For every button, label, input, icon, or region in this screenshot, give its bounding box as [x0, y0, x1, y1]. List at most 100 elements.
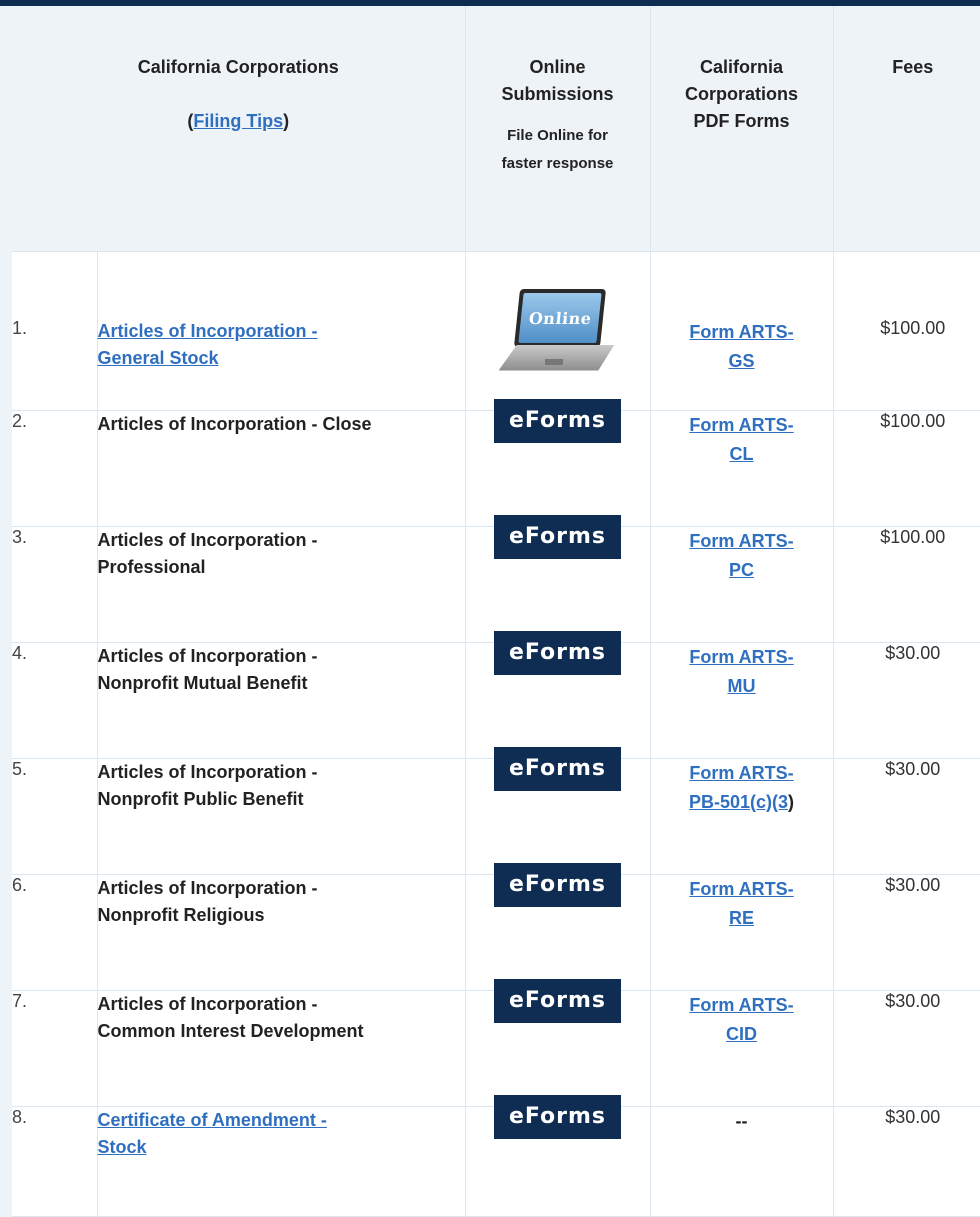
- pdf-form-cell: --: [650, 1106, 834, 1217]
- pdf-form-link[interactable]: Form ARTS- PB-501(c)(3: [689, 763, 794, 812]
- filing-name-line-2: Stock: [97, 1136, 147, 1157]
- pdf-form-line-2: PC: [729, 559, 755, 580]
- row-number: 8.: [12, 1106, 98, 1217]
- online-submission-cell: eForms: [465, 978, 651, 1107]
- filing-name-line-2: Nonprofit Public Benefit: [97, 788, 304, 809]
- table-row: 1. Articles of Incorporation - General St…: [12, 251, 980, 411]
- filing-name-link[interactable]: Articles of Incorporation - General Stock: [98, 321, 318, 368]
- pdf-form-link[interactable]: Form ARTS- PC: [689, 531, 793, 580]
- filing-name-line-2: Nonprofit Mutual Benefit: [97, 672, 308, 693]
- filing-name-line-2: Common Interest Development: [97, 1020, 364, 1041]
- filing-name-cell: Articles of Incorporation - Nonprofit Pub…: [97, 758, 466, 875]
- pdf-form-cell: Form ARTS- CL: [650, 410, 834, 527]
- filing-name-line-1: Certificate of Amendment -: [97, 1109, 327, 1130]
- filing-name-link[interactable]: Certificate of Amendment - Stock: [98, 1110, 327, 1157]
- table-row: 4. Articles of Incorporation - Nonprofit …: [12, 630, 980, 759]
- laptop-trackpad: [544, 358, 563, 365]
- pdf-form-line-2: MU: [727, 675, 756, 696]
- pdf-form-cell: Form ARTS- GS: [650, 251, 834, 411]
- filing-name-cell: Articles of Incorporation - Nonprofit Mut…: [97, 642, 466, 759]
- fees-title: Fees: [892, 57, 934, 77]
- pdf-form-link[interactable]: Form ARTS- CL: [689, 415, 793, 464]
- eforms-button[interactable]: eForms: [494, 746, 622, 791]
- pdf-form-link[interactable]: Form ARTS- RE: [689, 879, 793, 928]
- fee-value: $30.00: [833, 990, 980, 1107]
- no-pdf-form: --: [735, 1110, 748, 1131]
- table-row: 8. Certificate of Amendment - Stock eForm…: [12, 1094, 980, 1217]
- filing-name-cell: Articles of Incorporation - Nonprofit Rel…: [97, 874, 466, 991]
- header-california-corporations: California Corporations (Filing Tips): [12, 6, 466, 252]
- filing-name-line-1: Articles of Incorporation -: [97, 761, 318, 782]
- filing-name-line-2: Professional: [97, 556, 206, 577]
- fee-value: $30.00: [833, 874, 980, 991]
- pdf-form-link[interactable]: Form ARTS- GS: [689, 322, 793, 371]
- tips-close-paren: ): [283, 111, 290, 131]
- table-row: 5. Articles of Incorporation - Nonprofit …: [12, 746, 980, 875]
- filing-name-line-1: Articles of Incorporation -: [97, 877, 318, 898]
- eforms-button[interactable]: eForms: [494, 514, 622, 559]
- online-title-line-2: Submissions: [501, 84, 614, 104]
- table-row: 7. Articles of Incorporation - Common Int…: [12, 978, 980, 1107]
- filing-name-line-1: Articles of Incorporation -: [97, 645, 318, 666]
- filing-name-line-1: Articles of Incorporation -: [97, 993, 318, 1014]
- laptop-display: Online: [517, 292, 602, 343]
- row-number: 2.: [12, 410, 98, 527]
- fee-value: $100.00: [833, 526, 980, 643]
- pdf-form-line-2: CID: [726, 1023, 758, 1044]
- row-number: 7.: [12, 990, 98, 1107]
- online-submission-cell: eForms: [465, 398, 651, 527]
- eforms-button[interactable]: eForms: [494, 862, 622, 907]
- filing-name-line-1: Articles of Incorporation -: [97, 320, 318, 341]
- eforms-button[interactable]: eForms: [494, 978, 622, 1023]
- row-number: 6.: [12, 874, 98, 991]
- header-online-submissions: Online Submissions File Online for faster…: [465, 6, 651, 252]
- table-row: 6. Articles of Incorporation - Nonprofit …: [12, 862, 980, 991]
- laptop-online-icon[interactable]: Online: [495, 285, 621, 381]
- pdf-form-line-1: Form ARTS-: [689, 646, 794, 667]
- online-submission-cell: eForms: [465, 630, 651, 759]
- online-note-line-1: File Online for: [507, 127, 608, 144]
- filings-table: California Corporations (Filing Tips) On…: [12, 6, 980, 1217]
- table-header-row: California Corporations (Filing Tips) On…: [12, 6, 980, 252]
- online-submission-cell: eForms: [465, 514, 651, 643]
- pdf-title-line-3: PDF Forms: [693, 111, 790, 131]
- laptop-base: [498, 344, 615, 371]
- filing-name-cell: Articles of Incorporation - General Stock: [97, 251, 466, 411]
- filing-name-line-2: Nonprofit Religious: [97, 904, 265, 925]
- filing-tips-link[interactable]: Filing Tips: [193, 111, 283, 131]
- pdf-form-link[interactable]: Form ARTS- CID: [689, 995, 793, 1044]
- eforms-button[interactable]: eForms: [494, 630, 622, 675]
- online-note: File Online for faster response: [466, 122, 650, 178]
- online-title-line-1: Online: [529, 57, 586, 77]
- filing-name-line-1: Articles of Incorporation -: [97, 529, 318, 550]
- pdf-form-cell: Form ARTS- CID: [650, 990, 834, 1107]
- pdf-form-line-1: Form ARTS-: [689, 321, 794, 342]
- online-submission-cell: Online: [465, 251, 651, 411]
- pdf-form-tail: ): [788, 791, 795, 812]
- filing-name-cell: Articles of Incorporation - Common Intere…: [97, 990, 466, 1107]
- laptop-screen: Online: [513, 288, 606, 347]
- left-gutter: [0, 6, 12, 1217]
- row-number: 5.: [12, 758, 98, 875]
- online-note-line-2: faster response: [501, 155, 614, 172]
- filing-name-cell: Articles of Incorporation - Close: [97, 410, 466, 527]
- pdf-form-line-2: GS: [728, 350, 755, 371]
- row-number: 3.: [12, 526, 98, 643]
- eforms-button[interactable]: eForms: [494, 398, 622, 443]
- table-row: 2. Articles of Incorporation - Close eFo…: [12, 398, 980, 527]
- filing-name-text: Articles of Incorporation - Close: [97, 413, 372, 434]
- pdf-form-line-1: Form ARTS-: [689, 878, 794, 899]
- online-submission-cell: eForms: [465, 862, 651, 991]
- online-submission-cell: eForms: [465, 746, 651, 875]
- pdf-form-line-1: Form ARTS-: [689, 762, 794, 783]
- header-pdf-forms: California Corporations PDF Forms: [650, 6, 834, 252]
- pdf-form-line-2: RE: [729, 907, 755, 928]
- online-submission-cell: eForms: [465, 1094, 651, 1217]
- fee-value: $100.00: [833, 251, 980, 411]
- pdf-form-line-1: Form ARTS-: [689, 994, 794, 1015]
- row-number: 4.: [12, 642, 98, 759]
- eforms-button[interactable]: eForms: [494, 1094, 622, 1139]
- pdf-form-line-1: Form ARTS-: [689, 530, 794, 551]
- laptop-online-label: Online: [527, 308, 593, 328]
- pdf-form-link[interactable]: Form ARTS- MU: [689, 647, 793, 696]
